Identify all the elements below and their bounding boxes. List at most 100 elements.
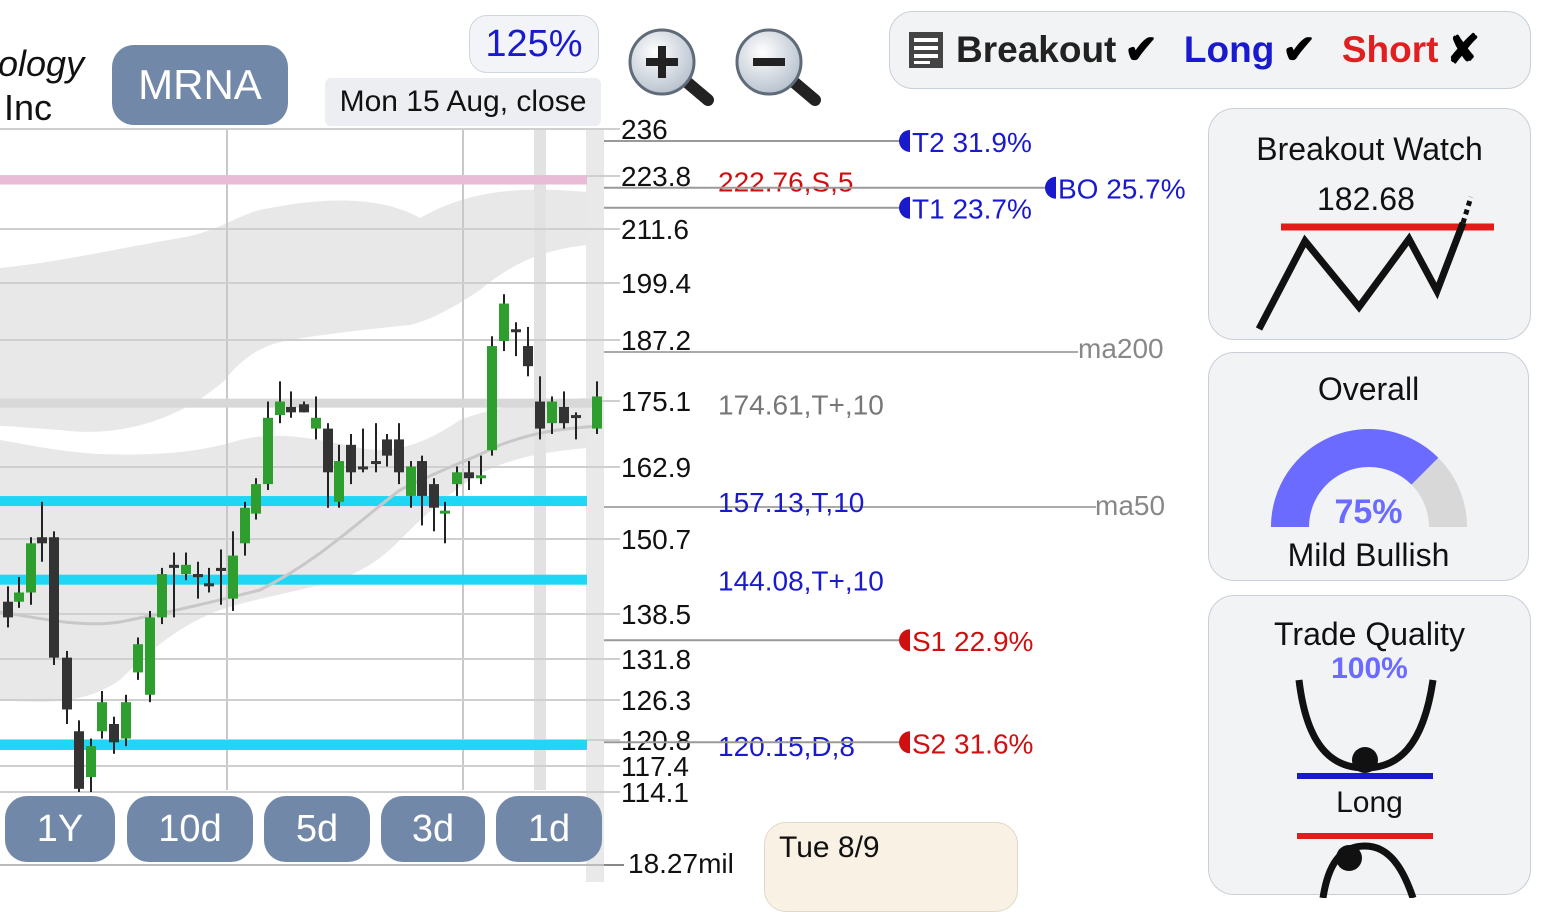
price-axis-tick: 199.4 <box>621 268 691 299</box>
signal-short[interactable]: Short ✘ <box>1342 27 1480 73</box>
price-axis-tick: 150.7 <box>621 524 691 555</box>
trade-quality-panel[interactable]: Trade Quality 100% Long <box>1208 595 1531 898</box>
candle-body <box>559 406 569 424</box>
overall-percent: 75% <box>1334 493 1403 531</box>
candle-body <box>323 428 333 473</box>
timeframe-3d[interactable]: 3d <box>381 796 485 862</box>
s2-stop-marker <box>899 731 910 754</box>
overall-title: Overall <box>1317 371 1420 407</box>
breakout-pattern-icon <box>1255 196 1494 331</box>
signal-short-label: Short <box>1341 29 1439 70</box>
candle-body <box>523 346 533 367</box>
candle-body <box>109 724 119 743</box>
candle[interactable] <box>97 691 107 739</box>
volume-tick-mark <box>604 864 624 866</box>
resistance-level-line <box>0 175 587 185</box>
volume-gridline <box>0 864 604 866</box>
s1-stop-label: S1 22.9% <box>912 626 1033 657</box>
candle-body <box>592 396 602 429</box>
candle-body <box>417 461 427 496</box>
trade-quality-title: Trade Quality <box>1274 616 1465 652</box>
candle-body <box>216 567 226 571</box>
candle-body <box>535 401 545 429</box>
timeframe-5d[interactable]: 5d <box>264 796 370 862</box>
timeframe-1d[interactable]: 1d <box>496 796 602 862</box>
candle-body <box>334 461 344 502</box>
candle-body <box>86 746 96 778</box>
price-axis-tick: 187.2 <box>621 325 691 356</box>
candle[interactable] <box>251 478 261 520</box>
volatility-band <box>0 189 587 432</box>
candle[interactable] <box>121 694 131 747</box>
target-t1-marker <box>899 196 910 219</box>
candle-body <box>133 644 143 673</box>
level-label: 144.08,T+,10 <box>718 566 884 597</box>
candle-body <box>358 466 368 470</box>
candle-body <box>263 417 273 485</box>
ma50-label: ma50 <box>1095 490 1165 521</box>
candle[interactable] <box>499 294 509 352</box>
candle-body <box>511 329 521 333</box>
candle[interactable] <box>157 567 167 625</box>
target-t1-label: T1 23.7% <box>912 194 1032 225</box>
level-label: 174.61,T+,10 <box>718 390 884 421</box>
candle[interactable] <box>263 401 273 491</box>
candle-body <box>26 543 36 593</box>
trade-quality-label: Long <box>1336 786 1403 819</box>
s2-stop-label: S2 31.6% <box>912 728 1033 759</box>
candle[interactable] <box>440 501 450 544</box>
candle-body <box>371 461 381 465</box>
candle-body <box>97 702 107 732</box>
candle-body <box>14 592 24 602</box>
candle-body <box>181 564 191 575</box>
timeframe-1y[interactable]: 1Y <box>5 796 115 862</box>
price-axis-tick: 211.6 <box>621 214 689 245</box>
tooltip-date: Tue 8/9 <box>779 831 880 864</box>
candle[interactable] <box>429 478 439 532</box>
support-level-line <box>0 574 587 585</box>
candle[interactable] <box>86 738 96 792</box>
candle-body <box>228 555 238 599</box>
support-level-line <box>0 496 587 507</box>
price-chart[interactable]: ma200ma50 236223.8211.6199.4187.2175.116… <box>0 0 1210 882</box>
candle-body <box>121 702 131 739</box>
candle-body <box>406 466 416 496</box>
candle-body <box>299 404 309 413</box>
target-t2-marker <box>899 129 910 152</box>
ma200-label: ma200 <box>1078 333 1164 364</box>
candle-body <box>204 583 214 587</box>
candle-body <box>145 617 155 695</box>
candle-body <box>394 439 404 473</box>
price-axis-tick: 126.3 <box>621 685 691 716</box>
candle[interactable] <box>49 531 59 665</box>
volatility-band-lower <box>0 398 587 702</box>
candle[interactable] <box>559 391 569 429</box>
price-axis-tick: 175.1 <box>621 386 691 417</box>
candle-body <box>251 484 261 514</box>
overall-panel[interactable]: Overall 75% Mild Bullish <box>1208 352 1529 581</box>
candle-tooltip: Tue 8/9 <box>764 822 1018 912</box>
candle[interactable] <box>74 720 84 792</box>
candle[interactable] <box>275 381 285 424</box>
timeframe-10d[interactable]: 10d <box>127 796 253 862</box>
candle-body <box>275 401 285 416</box>
candle-body <box>169 564 179 568</box>
candle[interactable] <box>62 650 72 724</box>
overall-sentiment: Mild Bullish <box>1287 537 1450 573</box>
breakout-watch-panel[interactable]: Breakout Watch 182.68 <box>1208 108 1531 340</box>
candle-body <box>62 657 72 710</box>
price-axis-tick: 131.8 <box>621 644 691 675</box>
cross-icon: ✘ <box>1446 28 1480 72</box>
candle-body <box>286 406 296 413</box>
s1-stop-marker <box>899 629 910 652</box>
candle-body <box>547 401 557 424</box>
price-axis-tick: 114.1 <box>621 777 689 808</box>
breakout-target-marker <box>1045 176 1056 199</box>
right-edge-column <box>586 130 604 882</box>
candle[interactable] <box>145 610 155 703</box>
volume-axis-label: 18.27mil <box>628 848 734 879</box>
candle[interactable] <box>523 326 533 377</box>
candle[interactable] <box>487 336 497 456</box>
candle-body <box>440 510 450 514</box>
candle-body <box>157 574 167 618</box>
